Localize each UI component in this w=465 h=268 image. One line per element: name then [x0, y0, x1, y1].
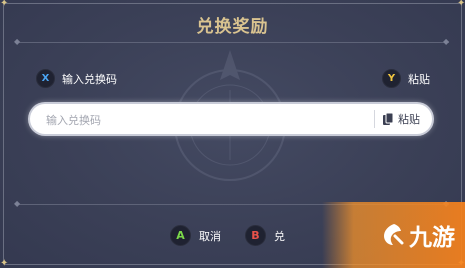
- paste-hint: Y 粘贴: [382, 69, 430, 88]
- input-code-hint: X 输入兑换码: [36, 69, 117, 88]
- a-button-icon: A: [170, 225, 191, 246]
- paste-hint-label: 粘贴: [408, 72, 430, 86]
- paste-button[interactable]: 粘贴: [374, 110, 420, 128]
- input-code-hint-label: 输入兑换码: [62, 72, 117, 86]
- dialog-title: 兑换奖励: [196, 17, 269, 37]
- b-button-icon: B: [245, 225, 266, 246]
- clipboard-icon: [383, 112, 393, 125]
- site-watermark-logo: 九游: [322, 202, 465, 268]
- redeem-code-input[interactable]: [44, 104, 348, 136]
- confirm-button-label: 兑: [274, 229, 285, 243]
- corner-ornament-icon: ✦: [0, 0, 9, 9]
- brand-logo-text: 九游: [409, 225, 455, 251]
- corner-ornament-icon: ✦: [457, 0, 465, 9]
- brand-logo-icon: [384, 224, 404, 245]
- code-input-box[interactable]: 粘贴: [30, 104, 432, 136]
- paste-button-label: 粘贴: [398, 113, 420, 126]
- corner-ornament-icon: ✦: [0, 258, 9, 268]
- confirm-button[interactable]: B 兑: [245, 225, 285, 246]
- x-button-icon: X: [36, 69, 55, 88]
- redeem-dialog: ✦ ✦ ✦ ✦ 兑换奖励 ◆◆ X 输入兑换码 Y 粘贴 粘贴 ◆◆ A 取消: [0, 0, 465, 268]
- cancel-button[interactable]: A 取消: [170, 225, 221, 246]
- cancel-button-label: 取消: [199, 229, 221, 243]
- top-divider: ◆ ◆: [14, 37, 450, 46]
- y-button-icon: Y: [382, 69, 401, 88]
